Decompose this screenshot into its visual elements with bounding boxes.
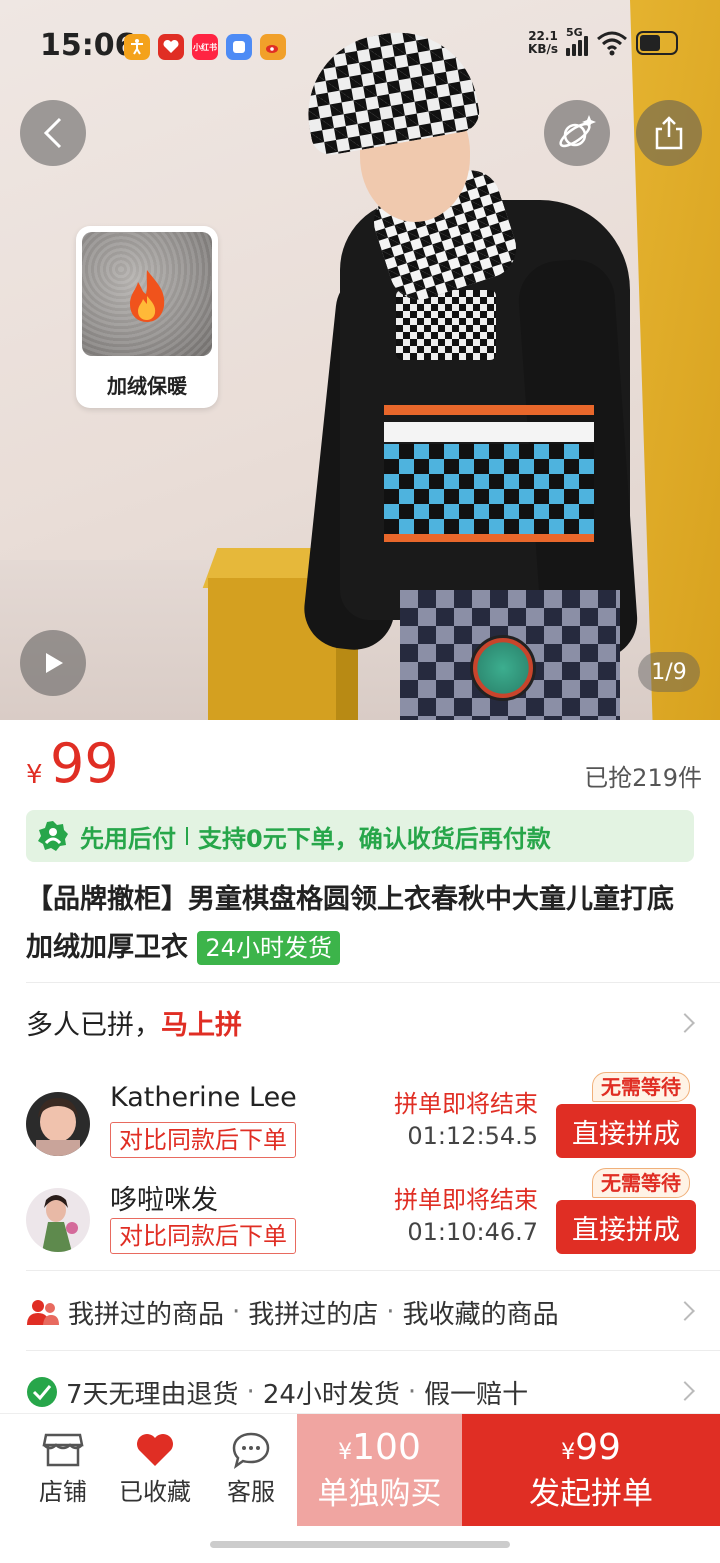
- no-wait-badge: 无需等待: [592, 1072, 690, 1102]
- product-title-text: 【品牌撤柜】男童棋盘格圆领上衣春秋中大童儿童打底加绒加厚卫衣: [26, 884, 674, 963]
- pay-later-banner[interactable]: 先用后付 支持0元下单，确认收货后再付款: [26, 810, 694, 862]
- guarantee-returns: 7天无理由退货: [66, 1379, 239, 1410]
- buy-alone-button[interactable]: ¥100 单独购买: [297, 1414, 462, 1526]
- link-my-favorites[interactable]: 我收藏的商品: [403, 1294, 559, 1331]
- divider: [26, 1350, 720, 1351]
- chat-bubble-icon: [232, 1432, 270, 1469]
- pay-later-badge-icon: [38, 821, 68, 851]
- link-my-grouped-stores[interactable]: 我拼过的店: [248, 1294, 378, 1331]
- feature-badge-label: 加绒保暖: [107, 374, 187, 398]
- store-tab-label: 店铺: [39, 1478, 87, 1506]
- guarantee-separator: ·: [246, 1377, 255, 1407]
- sold-count: 已抢219件: [584, 764, 702, 792]
- currency-symbol: ¥: [26, 760, 43, 790]
- guarantee-shipping: 24小时发货: [262, 1379, 400, 1410]
- store-icon: [42, 1433, 84, 1467]
- link-my-grouped-products[interactable]: 我拼过的商品: [68, 1294, 224, 1331]
- link-separator: ·: [232, 1297, 241, 1327]
- price-row: ¥ 99 已抢219件: [0, 720, 720, 808]
- price: 99: [50, 732, 119, 795]
- fleece-thumbnail: [82, 232, 212, 356]
- compare-button[interactable]: 对比同款后下单: [110, 1218, 296, 1254]
- group-buy-lead: 多人已拼，: [26, 1010, 161, 1041]
- avatar: [26, 1188, 90, 1252]
- pay-later-note: 支持0元下单，确认收货后再付款: [198, 824, 551, 853]
- product-title: 【品牌撤柜】男童棋盘格圆领上衣春秋中大童儿童打底加绒加厚卫衣 24小时发货: [26, 876, 696, 972]
- home-indicator[interactable]: [210, 1541, 510, 1548]
- play-icon: [46, 653, 63, 673]
- people-icon: [27, 1300, 59, 1325]
- buy-alone-label: 单独购买: [317, 1475, 442, 1512]
- xiaohongshu-icon: 小红书: [192, 34, 218, 60]
- bottom-action-bar: 店铺 已收藏 客服 ¥100 单独购买 ¥99 发起拼单: [0, 1413, 720, 1526]
- group-countdown: 01:12:54.5: [407, 1122, 538, 1150]
- image-page-indicator: 1/9: [638, 652, 700, 692]
- wifi-icon: [597, 31, 627, 56]
- guarantee-authentic: 假一赔十: [424, 1379, 529, 1410]
- join-group-button[interactable]: 直接拼成: [556, 1104, 696, 1158]
- chevron-left-icon: [43, 117, 62, 149]
- weibo-icon: [260, 34, 286, 60]
- network-speed: 22.1 KB/s: [528, 29, 558, 56]
- start-group-buy-button[interactable]: ¥99 发起拼单: [462, 1414, 720, 1526]
- play-video-button[interactable]: [20, 630, 86, 696]
- guarantee-separator: ·: [407, 1377, 417, 1407]
- link-separator: ·: [386, 1297, 395, 1327]
- group-member-name: 哆啦咪发: [110, 1185, 218, 1216]
- status-bar: 15:06 小红书 22.1 KB/s 5G: [0, 0, 720, 90]
- divider: [26, 1270, 720, 1271]
- group-member-name: Katherine Lee: [110, 1082, 297, 1113]
- group-buy-label: 发起拼单: [529, 1475, 653, 1512]
- blue-app-icon: [226, 34, 252, 60]
- favorite-tab[interactable]: 已收藏: [112, 1428, 198, 1507]
- group-row: 哆啦咪发 对比同款后下单 拼单即将结束 01:10:46.7 直接拼成 无需等待: [26, 1168, 696, 1268]
- sparkle-orbit-icon: [559, 115, 596, 148]
- compare-button[interactable]: 对比同款后下单: [110, 1122, 296, 1158]
- share-button[interactable]: [636, 100, 702, 166]
- group-buy-price: ¥99: [561, 1426, 621, 1468]
- check-circle-icon: [27, 1377, 57, 1407]
- no-wait-badge: 无需等待: [592, 1168, 690, 1198]
- favorite-tab-label: 已收藏: [119, 1478, 191, 1506]
- group-buy-header[interactable]: 多人已拼，马上拼: [26, 1003, 242, 1042]
- group-buy-cta: 马上拼: [161, 1010, 242, 1041]
- feature-badge-card[interactable]: 加绒保暖: [76, 226, 218, 408]
- chevron-right-icon[interactable]: [675, 1013, 695, 1033]
- group-ending-label: 拼单即将结束: [394, 1186, 538, 1214]
- group-countdown: 01:10:46.7: [407, 1218, 538, 1246]
- pay-later-label: 先用后付: [80, 824, 176, 853]
- customer-service-tab-label: 客服: [227, 1478, 275, 1506]
- accessibility-icon: [124, 34, 150, 60]
- notification-icons: 小红书: [124, 34, 286, 60]
- flame-icon: [130, 270, 165, 322]
- buy-alone-price: ¥100: [338, 1426, 421, 1468]
- avatar: [26, 1092, 90, 1156]
- shipping-tag: 24小时发货: [197, 931, 340, 965]
- group-ending-label: 拼单即将结束: [394, 1090, 538, 1118]
- group-row: Katherine Lee 对比同款后下单 拼单即将结束 01:12:54.5 …: [26, 1072, 696, 1172]
- heart-app-icon: [158, 34, 184, 60]
- customer-service-tab[interactable]: 客服: [208, 1428, 294, 1507]
- share-icon: [655, 116, 683, 150]
- divider: [26, 982, 720, 983]
- cellular-signal-icon: 5G: [566, 26, 588, 56]
- join-group-button[interactable]: 直接拼成: [556, 1200, 696, 1254]
- system-indicators: 22.1 KB/s 5G: [528, 26, 678, 56]
- store-tab[interactable]: 店铺: [20, 1428, 106, 1507]
- ar-try-on-button[interactable]: [544, 100, 610, 166]
- clock: 15:06: [40, 28, 136, 63]
- pay-later-divider: [186, 827, 188, 845]
- back-button[interactable]: [20, 100, 86, 166]
- heart-icon: [137, 1434, 173, 1466]
- battery-icon: [636, 31, 678, 55]
- history-links-row[interactable]: 我拼过的商品 · 我拼过的店 · 我收藏的商品: [26, 1282, 696, 1342]
